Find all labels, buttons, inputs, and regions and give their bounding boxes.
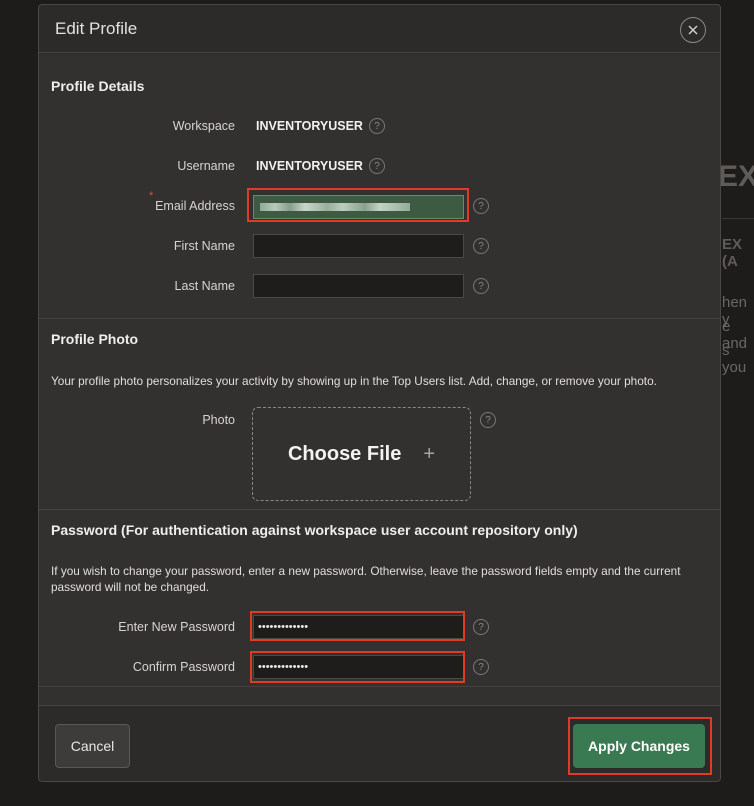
username-row: Username INVENTORYUSER ?: [39, 154, 720, 178]
dialog-body: Profile Details Workspace INVENTORYUSER …: [39, 54, 720, 705]
close-button[interactable]: [680, 17, 706, 43]
workspace-value: INVENTORYUSER: [256, 119, 363, 133]
choose-file-label: Choose File: [287, 442, 402, 465]
highlight-box: [250, 611, 465, 641]
profile-photo-description: Your profile photo personalizes your act…: [51, 374, 657, 388]
password-title: Password (For authentication against wor…: [51, 522, 578, 538]
photo-label: Photo: [202, 413, 235, 427]
plus-icon: +: [423, 442, 436, 465]
profile-details-region: Profile Details Workspace INVENTORYUSER …: [39, 54, 720, 319]
background-divider: [722, 218, 754, 219]
email-row: * Email Address ?: [39, 188, 720, 222]
highlight-box: [250, 651, 465, 683]
last-name-label: Last Name: [174, 279, 235, 293]
dialog-title: Edit Profile: [55, 18, 138, 38]
email-label: Email Address: [155, 199, 235, 213]
help-icon[interactable]: ?: [473, 619, 489, 635]
help-icon[interactable]: ?: [473, 278, 489, 294]
username-value: INVENTORYUSER: [256, 159, 363, 173]
profile-photo-title: Profile Photo: [51, 331, 139, 347]
background-text-line: s you: [722, 342, 747, 376]
dialog-header: Edit Profile: [39, 5, 720, 53]
first-name-label: First Name: [173, 239, 235, 253]
required-marker: *: [149, 190, 154, 202]
new-password-row: Enter New Password ?: [39, 611, 720, 641]
help-icon[interactable]: ?: [369, 158, 385, 174]
workspace-row: Workspace INVENTORYUSER ?: [39, 114, 720, 138]
first-name-input[interactable]: [253, 234, 464, 258]
help-icon[interactable]: ?: [473, 238, 489, 254]
profile-details-title: Profile Details: [51, 78, 145, 94]
last-name-input[interactable]: [253, 274, 464, 298]
help-icon[interactable]: ?: [473, 659, 489, 675]
highlight-box: [247, 188, 469, 222]
help-icon[interactable]: ?: [473, 198, 489, 214]
last-name-row: Last Name ?: [39, 274, 720, 298]
edit-profile-dialog: Edit Profile Profile Details Workspace I…: [38, 4, 721, 782]
cancel-button[interactable]: Cancel: [55, 724, 130, 768]
background-subtitle: EX (A: [722, 236, 743, 270]
password-region: Password (For authentication against wor…: [39, 510, 720, 687]
background-title: EX: [718, 160, 754, 193]
workspace-label: Workspace: [172, 119, 235, 133]
profile-photo-region: Profile Photo Your profile photo persona…: [39, 319, 720, 510]
confirm-password-label: Confirm Password: [132, 660, 235, 674]
password-description: If you wish to change your password, ent…: [51, 564, 681, 594]
help-icon[interactable]: ?: [369, 118, 385, 134]
dialog-footer: Cancel Apply Changes: [39, 705, 720, 781]
confirm-password-row: Confirm Password ?: [39, 651, 720, 683]
username-label: Username: [177, 159, 235, 173]
first-name-row: First Name ?: [39, 234, 720, 258]
help-icon[interactable]: ?: [480, 412, 496, 428]
choose-file-dropzone[interactable]: Choose File +: [252, 407, 471, 501]
highlight-box: [568, 717, 712, 775]
new-password-label: Enter New Password: [118, 620, 235, 634]
close-icon: [688, 25, 698, 35]
